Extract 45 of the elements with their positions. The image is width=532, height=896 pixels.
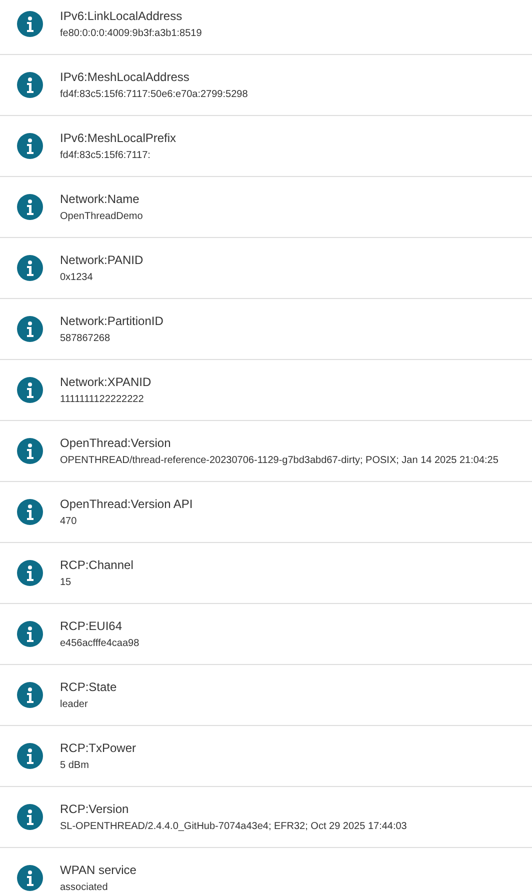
item-title: OpenThread:Version — [60, 436, 172, 450]
item-title: IPv6:LinkLocalAddress — [60, 8, 184, 22]
info-icon — [17, 11, 43, 37]
item-value: 0x1234 — [60, 272, 94, 284]
info-icon — [17, 804, 43, 830]
item-value: OpenThreadDemo — [60, 210, 143, 222]
item-value: 470 — [60, 516, 78, 528]
info-icon — [17, 743, 43, 769]
info-icon — [17, 621, 43, 647]
item-title: RCP:Channel — [60, 558, 134, 572]
item-title: WPAN service — [60, 862, 136, 876]
item-value: 587867268 — [60, 332, 112, 344]
item-value: leader — [60, 698, 89, 710]
item-title: RCP:Version — [60, 802, 130, 816]
item-title: RCP:State — [60, 680, 117, 694]
item-value: fd4f:83c5:15f6:7117:50e6:e70a:2799:5298 — [60, 88, 248, 100]
info-icon — [17, 194, 43, 220]
item-title: IPv6:MeshLocalPrefix — [60, 130, 176, 144]
item-value: 15 — [60, 576, 72, 588]
item-title: Network:PartitionID — [60, 314, 164, 328]
item-value: SL-OPENTHREAD/2.4.4.0_GitHub-7074a43e4; EFR32; Oct 29 2025 17:44:03 — [60, 820, 407, 832]
item-title: IPv6:MeshLocalAddress — [60, 70, 190, 84]
info-icon — [17, 377, 43, 403]
info-icon — [17, 438, 43, 464]
info-icon — [17, 133, 43, 159]
item-value: 5 dBm — [60, 760, 90, 772]
item-value: associated — [60, 882, 109, 894]
item-value: e456acfffe4caa98 — [60, 638, 140, 650]
info-icon — [17, 865, 43, 891]
item-value: fe80:0:0:0:4009:9b3f:a3b1:8519 — [60, 28, 202, 40]
info-icon — [17, 316, 43, 342]
info-icon — [17, 72, 43, 98]
info-icon — [17, 255, 43, 281]
info-icon — [17, 499, 43, 525]
item-value: 1111111122222222 — [60, 394, 145, 406]
info-icon — [17, 682, 43, 708]
item-title: Network:PANID — [60, 252, 144, 266]
item-title: Network:Name — [60, 192, 140, 206]
info-icon — [17, 560, 43, 586]
item-title: OpenThread:Version API — [60, 496, 193, 510]
item-title: RCP:EUI64 — [60, 618, 124, 632]
item-title: Network:XPANID — [60, 374, 152, 388]
item-value: fd4f:83c5:15f6:7117: — [60, 150, 152, 162]
item-title: RCP:TxPower — [60, 740, 136, 754]
item-value: OPENTHREAD/thread-reference-20230706-1129-g7bd3abd67-dirty; POSIX; Jan 14 2025 21:04:25 — [60, 454, 498, 466]
